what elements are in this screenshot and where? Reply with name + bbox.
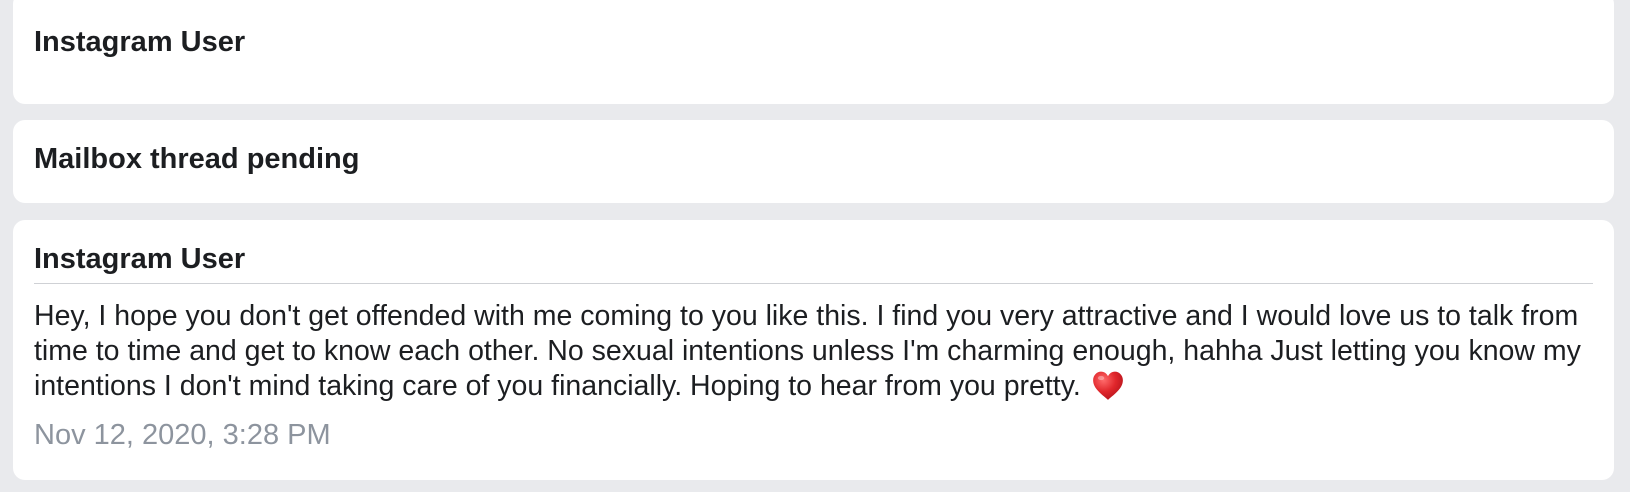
divider	[34, 283, 1593, 284]
sender-name: Mailbox thread pending	[34, 143, 360, 175]
sender-name: Instagram User	[34, 26, 246, 58]
message-body: Hey, I hope you don't get offended with …	[34, 299, 1588, 404]
thread-card: Instagram User Hey, I hope you don't get…	[13, 220, 1614, 480]
sender-name: Instagram User	[34, 243, 246, 275]
thread-card: Instagram User	[13, 0, 1614, 104]
red-heart-icon	[1092, 371, 1123, 400]
message-text: Hey, I hope you don't get offended with …	[34, 300, 1581, 402]
thread-card: Mailbox thread pending	[13, 120, 1614, 203]
message-timestamp: Nov 12, 2020, 3:28 PM	[34, 419, 331, 451]
